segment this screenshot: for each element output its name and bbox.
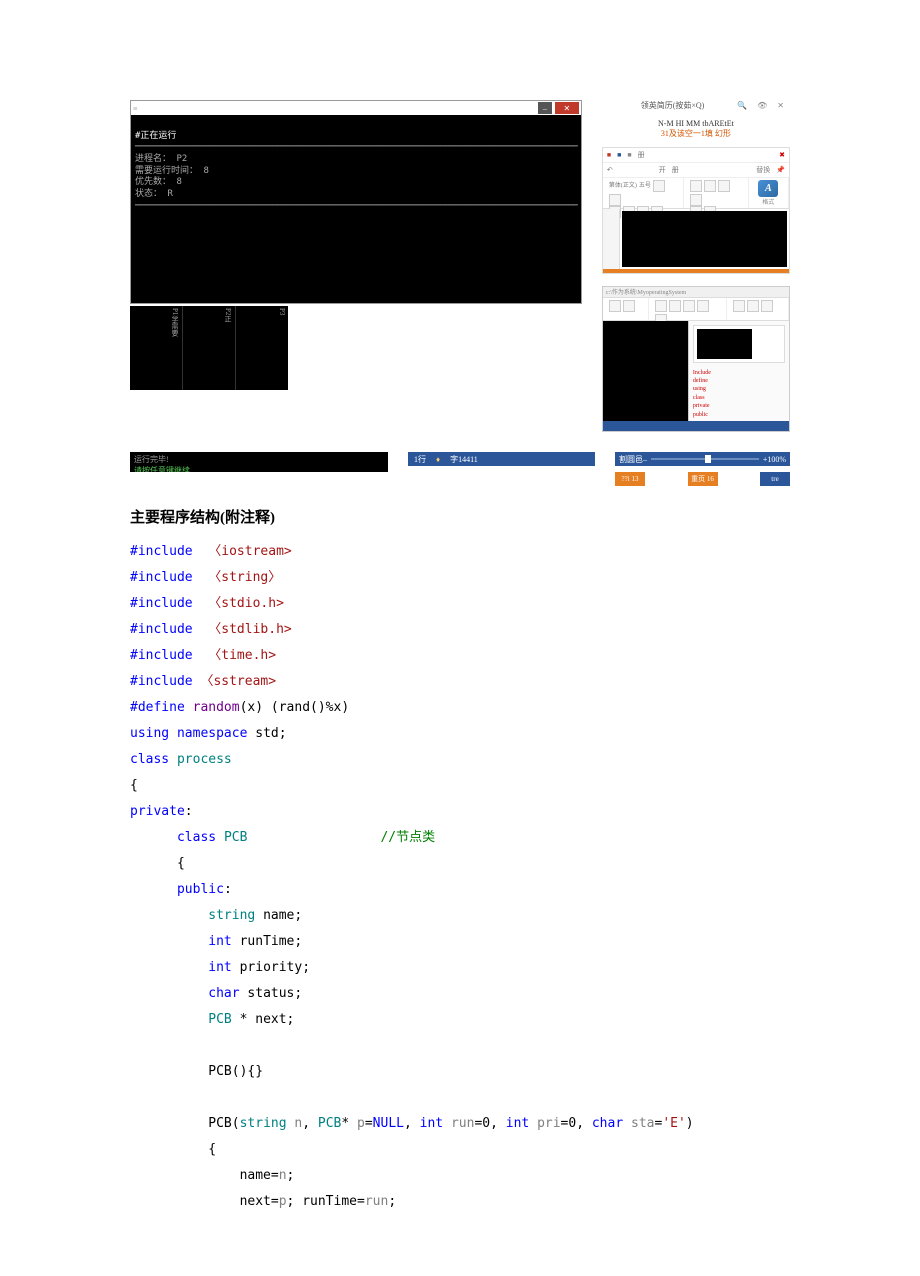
console-window: ≡ – ✕ #正在运行 ━━━━━━━━━━━━━━━━━━━━━━━━━━━━… [130, 100, 582, 304]
word-window: c:\作为系统\MyoperatingSystem [602, 286, 790, 432]
zoom-out-button[interactable]: – [643, 455, 647, 464]
taskbar-item[interactable]: tre [760, 472, 790, 486]
ppt-title: N-M HI MM tbAREtEt 31及该空一1填 幻形 [602, 119, 790, 139]
underline-icon[interactable] [683, 300, 695, 312]
powerpoint-window: ■■■ 册 ✖ ↶ 开 册 替换 📌 第体(正文) 五号 [602, 147, 790, 274]
align-icon[interactable] [733, 300, 745, 312]
bottom-row: 运行完毕! 请按任意键继续... 1行 ♦ 字14411 割 圆 邑 – + 1… [130, 452, 790, 486]
zoom-slider[interactable] [651, 458, 759, 460]
tab[interactable]: 册 [672, 165, 679, 175]
pin-icon[interactable]: 📌 [776, 166, 785, 174]
font-icon[interactable] [609, 194, 621, 206]
word-statusbar [603, 421, 789, 431]
titlebar: ≡ – ✕ [131, 101, 581, 115]
indent-icon[interactable] [761, 300, 773, 312]
screenshot-collage: ≡ – ✕ #正在运行 ━━━━━━━━━━━━━━━━━━━━━━━━━━━━… [130, 100, 790, 432]
quick-access-toolbar: ■■■ 册 ✖ [603, 148, 789, 163]
bold-icon[interactable] [655, 300, 667, 312]
search-icon[interactable]: 🔍 [737, 101, 747, 110]
zoom-value: 100% [767, 455, 786, 464]
slide-canvas[interactable] [622, 211, 787, 267]
slide-thumbnails[interactable] [603, 209, 620, 269]
align-right-icon[interactable] [718, 180, 730, 192]
align-left-icon[interactable] [690, 180, 702, 192]
mini-console-row: P1学需要 P2正 P3 [130, 306, 582, 390]
document-area[interactable] [693, 325, 785, 363]
undo-icon[interactable]: ↶ [607, 166, 613, 174]
taskbar-item[interactable]: ??i 13 [615, 472, 645, 486]
mini-console: P2正 [183, 306, 236, 390]
notes-pane[interactable] [603, 269, 789, 273]
view-button[interactable]: 邑 [635, 454, 643, 465]
align-center-icon[interactable] [704, 180, 716, 192]
eye-icon[interactable]: 👁 [757, 101, 767, 110]
mini-console: P1学需要 [130, 306, 183, 390]
paste-icon[interactable] [609, 300, 621, 312]
zoom-bar: 割 圆 邑 – + 100% [615, 452, 790, 466]
header-label: 领英简历(按茹×Q) [641, 100, 705, 111]
replace-label[interactable]: 替换 [756, 165, 770, 175]
tab[interactable]: 册 [638, 150, 645, 160]
cut-icon[interactable] [623, 300, 635, 312]
view-button[interactable]: 割 [619, 454, 627, 465]
min-button[interactable]: – [538, 102, 552, 114]
font-icon[interactable] [697, 300, 709, 312]
close-icon[interactable]: ✕ [777, 101, 784, 110]
italic-icon[interactable] [669, 300, 681, 312]
taskbar: ??i 13 重页 16 tre [615, 472, 790, 486]
word-ribbon [603, 298, 789, 321]
word-titlebar: c:\作为系统\MyoperatingSystem [603, 287, 789, 298]
bold-icon[interactable] [653, 180, 665, 192]
statusbar-strip: 1行 ♦ 字14411 [408, 452, 595, 466]
section-heading: 主要程序结构(附注释) [130, 506, 790, 527]
view-button[interactable]: 圆 [627, 454, 635, 465]
close-icon[interactable]: ✖ [779, 151, 785, 159]
console-pane [603, 321, 689, 421]
list-icon[interactable] [747, 300, 759, 312]
format-icon[interactable]: A [758, 180, 778, 197]
list-icon[interactable] [690, 194, 702, 206]
bottom-console: 运行完毕! 请按任意键继续... [130, 452, 388, 472]
console-output: #正在运行 ━━━━━━━━━━━━━━━━━━━━━━━━━━━━━━━━━━… [131, 115, 581, 303]
titlebar-handle: ≡ [133, 104, 138, 113]
taskbar-item[interactable]: 重页 16 [688, 472, 718, 486]
outline-list: Include define using class private publi… [689, 367, 789, 421]
ribbon: 第体(正文) 五号 字体 [603, 178, 789, 209]
top-header: 领英简历(按茹×Q) 🔍 👁 ✕ [602, 100, 790, 111]
tab[interactable]: 开 [659, 165, 666, 175]
code-listing: #include 〈iostream> #include 〈string〉 #i… [130, 539, 790, 1215]
close-button[interactable]: ✕ [555, 102, 579, 114]
mini-console: P3 [236, 306, 288, 390]
